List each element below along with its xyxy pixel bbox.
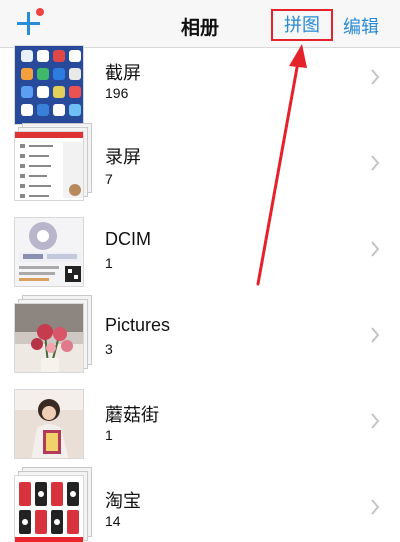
album-name: 录屏 bbox=[105, 147, 141, 167]
album-count: 14 bbox=[105, 513, 121, 529]
album-row-mogujie[interactable]: 蘑菇街 1 bbox=[0, 377, 400, 463]
mogujie-thumbnail-image bbox=[14, 389, 84, 459]
notification-dot bbox=[36, 8, 44, 16]
album-thumbnail bbox=[14, 295, 92, 373]
album-row-taobao[interactable]: 淘宝 14 bbox=[0, 463, 400, 542]
chevron-right-icon bbox=[371, 69, 380, 85]
taobao-thumbnail-image bbox=[14, 475, 84, 542]
album-count: 1 bbox=[105, 255, 113, 271]
chevron-right-icon bbox=[371, 241, 380, 257]
album-count: 196 bbox=[105, 85, 129, 101]
screenshot-thumbnail-image bbox=[14, 45, 84, 125]
pictures-thumbnail-image bbox=[14, 303, 84, 373]
chevron-right-icon bbox=[371, 499, 380, 515]
album-name: Pictures bbox=[105, 315, 171, 335]
edit-button[interactable]: 编辑 bbox=[343, 13, 379, 39]
add-icon-bar bbox=[17, 22, 40, 25]
album-count: 3 bbox=[105, 341, 113, 357]
album-thumbnail bbox=[14, 123, 92, 201]
chevron-right-icon bbox=[371, 155, 380, 171]
album-name: 淘宝 bbox=[105, 491, 141, 511]
album-name: DCIM bbox=[105, 229, 151, 249]
album-thumbnail bbox=[14, 45, 92, 125]
album-row-screen-recordings[interactable]: 录屏 7 bbox=[0, 119, 400, 205]
album-name: 蘑菇街 bbox=[105, 405, 159, 425]
screen-recording-thumbnail-image bbox=[14, 131, 84, 201]
album-thumbnail bbox=[14, 467, 92, 542]
album-name: 截屏 bbox=[105, 63, 141, 83]
navigation-bar: 相册 拼图 编辑 bbox=[0, 0, 400, 48]
album-row-dcim[interactable]: DCIM 1 bbox=[0, 205, 400, 291]
album-row-pictures[interactable]: Pictures 3 bbox=[0, 291, 400, 377]
album-count: 1 bbox=[105, 427, 113, 443]
dcim-thumbnail-image bbox=[14, 217, 84, 287]
album-count: 7 bbox=[105, 171, 113, 187]
add-album-button[interactable] bbox=[14, 8, 44, 38]
chevron-right-icon bbox=[371, 327, 380, 343]
album-thumbnail bbox=[14, 209, 92, 287]
page-title: 相册 bbox=[180, 18, 219, 39]
album-thumbnail bbox=[14, 381, 92, 459]
puzzle-button[interactable]: 拼图 bbox=[271, 9, 333, 41]
chevron-right-icon bbox=[371, 413, 380, 429]
